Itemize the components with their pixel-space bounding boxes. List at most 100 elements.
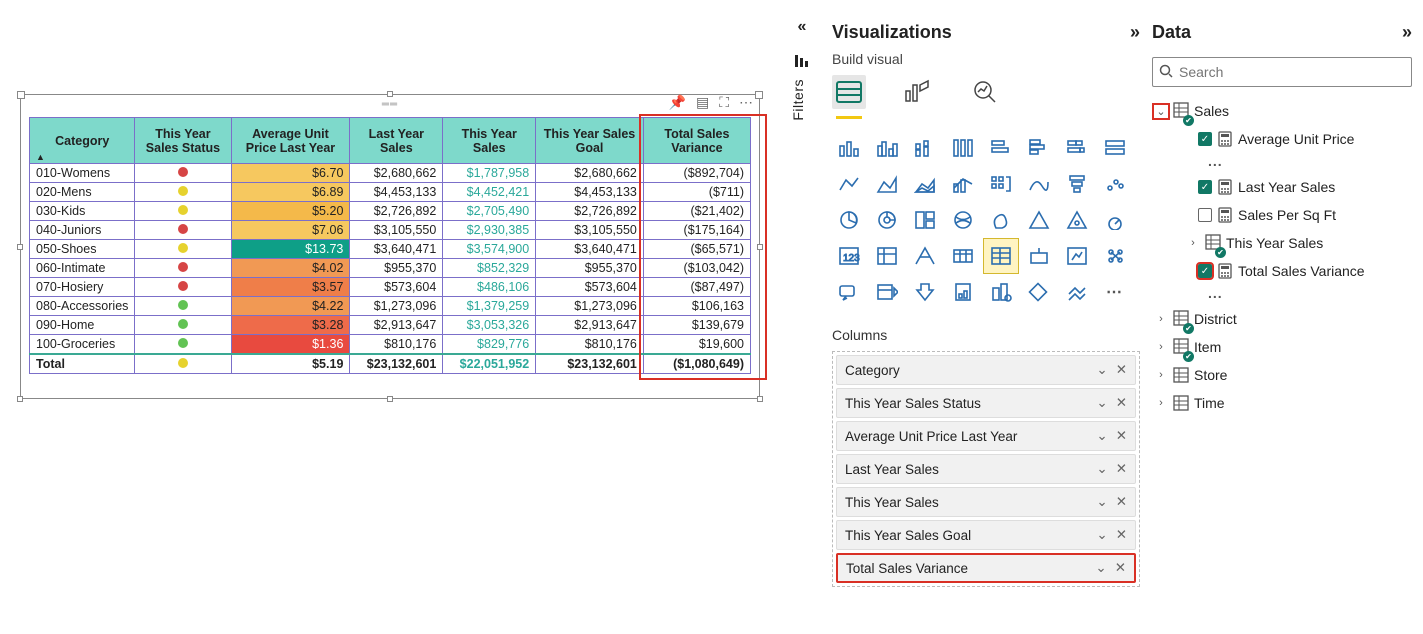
viz-type-icon[interactable] bbox=[984, 167, 1018, 201]
viz-type-icon[interactable] bbox=[946, 275, 980, 309]
expand-filters-icon[interactable]: « bbox=[790, 18, 814, 36]
field-pill[interactable]: Last Year Sales⌄✕ bbox=[836, 454, 1136, 484]
viz-type-icon[interactable] bbox=[1022, 239, 1056, 273]
more-fields-icon[interactable]: ... bbox=[1152, 153, 1412, 173]
table-row[interactable]: 050-Shoes$13.73$3,640,471$3,574,900$3,64… bbox=[30, 240, 751, 259]
checkbox[interactable]: ✓ bbox=[1198, 180, 1212, 194]
checkbox[interactable] bbox=[1198, 208, 1212, 222]
add-fields-tab[interactable] bbox=[832, 75, 866, 109]
chevron-down-icon[interactable]: ⌄ bbox=[1096, 494, 1107, 510]
col-header[interactable]: Average Unit Price Last Year bbox=[231, 118, 350, 164]
viz-type-icon[interactable] bbox=[1098, 203, 1132, 237]
viz-type-icon[interactable] bbox=[908, 275, 942, 309]
viz-type-icon[interactable] bbox=[1022, 203, 1056, 237]
col-header[interactable]: This Year Sales bbox=[443, 118, 536, 164]
viz-type-icon[interactable] bbox=[984, 275, 1018, 309]
remove-field-icon[interactable]: ✕ bbox=[1115, 560, 1126, 576]
chevron-right-icon[interactable]: › bbox=[1186, 237, 1200, 249]
viz-type-icon[interactable] bbox=[832, 275, 866, 309]
chevron-right-icon[interactable]: › bbox=[1154, 397, 1168, 409]
search-input[interactable] bbox=[1179, 64, 1405, 80]
viz-type-icon[interactable] bbox=[870, 239, 904, 273]
viz-type-icon[interactable] bbox=[870, 167, 904, 201]
tree-table[interactable]: ›Time bbox=[1152, 389, 1412, 417]
viz-type-icon[interactable] bbox=[946, 131, 980, 165]
table-row[interactable]: 040-Juniors$7.06$3,105,550$2,930,385$3,1… bbox=[30, 221, 751, 240]
remove-field-icon[interactable]: ✕ bbox=[1116, 362, 1127, 378]
viz-type-icon[interactable] bbox=[946, 167, 980, 201]
viz-type-icon[interactable] bbox=[984, 203, 1018, 237]
viz-type-icon[interactable] bbox=[908, 203, 942, 237]
viz-type-icon[interactable] bbox=[946, 203, 980, 237]
more-visuals-icon[interactable]: ⋯ bbox=[1098, 275, 1132, 309]
viz-type-icon[interactable] bbox=[1060, 275, 1094, 309]
table-row[interactable]: 010-Womens$6.70$2,680,662$1,787,958$2,68… bbox=[30, 164, 751, 183]
remove-field-icon[interactable]: ✕ bbox=[1116, 494, 1127, 510]
more-fields-icon[interactable]: ... bbox=[1152, 285, 1412, 305]
viz-type-icon[interactable] bbox=[1060, 167, 1094, 201]
chevron-down-icon[interactable]: ⌄ bbox=[1154, 105, 1168, 118]
field-pill[interactable]: Total Sales Variance⌄✕ bbox=[836, 553, 1136, 583]
tree-table[interactable]: ›Item bbox=[1152, 333, 1412, 361]
col-header[interactable]: This Year Sales Status bbox=[135, 118, 231, 164]
table-row[interactable]: 060-Intimate$4.02$955,370$852,329$955,37… bbox=[30, 259, 751, 278]
viz-type-icon[interactable] bbox=[1022, 131, 1056, 165]
drag-handle-icon[interactable]: ══ bbox=[382, 99, 398, 110]
viz-type-icon[interactable]: 123 bbox=[832, 239, 866, 273]
chevron-right-icon[interactable]: › bbox=[1154, 369, 1168, 381]
viz-type-icon[interactable] bbox=[1098, 167, 1132, 201]
col-header[interactable]: Total Sales Variance bbox=[643, 118, 750, 164]
chevron-right-icon[interactable]: › bbox=[1154, 341, 1168, 353]
chevron-down-icon[interactable]: ⌄ bbox=[1096, 428, 1107, 444]
viz-type-icon[interactable] bbox=[832, 131, 866, 165]
viz-type-icon[interactable] bbox=[870, 203, 904, 237]
filters-icon[interactable] bbox=[790, 54, 814, 71]
viz-type-icon[interactable] bbox=[1022, 167, 1056, 201]
analytics-tab[interactable] bbox=[968, 75, 1002, 109]
viz-type-icon[interactable] bbox=[1060, 239, 1094, 273]
viz-type-icon[interactable] bbox=[1060, 131, 1094, 165]
field-pill[interactable]: Category⌄✕ bbox=[836, 355, 1136, 385]
tree-field[interactable]: ›This Year Sales bbox=[1152, 229, 1412, 257]
chevron-down-icon[interactable]: ⌄ bbox=[1095, 560, 1106, 576]
checkbox[interactable]: ✓ bbox=[1198, 132, 1212, 146]
field-pill[interactable]: Average Unit Price Last Year⌄✕ bbox=[836, 421, 1136, 451]
focus-icon[interactable]: ⛶ bbox=[719, 94, 729, 111]
remove-field-icon[interactable]: ✕ bbox=[1116, 395, 1127, 411]
col-header[interactable]: Category▲ bbox=[30, 118, 135, 164]
field-pill[interactable]: This Year Sales Goal⌄✕ bbox=[836, 520, 1136, 550]
table-row[interactable]: 080-Accessories$4.22$1,273,096$1,379,259… bbox=[30, 297, 751, 316]
table-row[interactable]: 090-Home$3.28$2,913,647$3,053,326$2,913,… bbox=[30, 316, 751, 335]
viz-type-icon[interactable] bbox=[908, 131, 942, 165]
columns-field-well[interactable]: Category⌄✕This Year Sales Status⌄✕Averag… bbox=[832, 351, 1140, 587]
viz-type-icon[interactable] bbox=[832, 203, 866, 237]
chevron-down-icon[interactable]: ⌄ bbox=[1096, 395, 1107, 411]
chevron-down-icon[interactable]: ⌄ bbox=[1096, 527, 1107, 543]
col-header[interactable]: This Year Sales Goal bbox=[536, 118, 644, 164]
viz-type-icon[interactable] bbox=[908, 167, 942, 201]
viz-type-icon[interactable] bbox=[946, 239, 980, 273]
pin-icon[interactable]: 📌 bbox=[669, 94, 686, 111]
more-icon[interactable]: ⋯ bbox=[739, 94, 753, 111]
table-row[interactable]: 070-Hosiery$3.57$573,604$486,106$573,604… bbox=[30, 278, 751, 297]
table-row[interactable]: 100-Groceries$1.36$810,176$829,776$810,1… bbox=[30, 335, 751, 355]
checkbox[interactable]: ✓ bbox=[1198, 264, 1212, 278]
collapse-data-icon[interactable]: » bbox=[1402, 22, 1412, 43]
tree-table-sales[interactable]: ⌄Sales bbox=[1152, 97, 1412, 125]
tree-field[interactable]: ✓Average Unit Price bbox=[1152, 125, 1412, 153]
search-box[interactable] bbox=[1152, 57, 1412, 87]
tree-field[interactable]: ✓Total Sales Variance bbox=[1152, 257, 1412, 285]
viz-type-icon[interactable] bbox=[1098, 239, 1132, 273]
viz-type-icon[interactable] bbox=[1060, 203, 1094, 237]
viz-type-icon[interactable] bbox=[984, 131, 1018, 165]
viz-type-icon[interactable] bbox=[984, 239, 1018, 273]
filters-label[interactable]: Filters bbox=[790, 79, 806, 121]
tree-table[interactable]: ›Store bbox=[1152, 361, 1412, 389]
format-visual-tab[interactable] bbox=[900, 75, 934, 109]
tree-field[interactable]: ✓Last Year Sales bbox=[1152, 173, 1412, 201]
chevron-down-icon[interactable]: ⌄ bbox=[1096, 362, 1107, 378]
field-pill[interactable]: This Year Sales Status⌄✕ bbox=[836, 388, 1136, 418]
chevron-down-icon[interactable]: ⌄ bbox=[1096, 461, 1107, 477]
viz-type-icon[interactable] bbox=[870, 131, 904, 165]
tree-field[interactable]: Sales Per Sq Ft bbox=[1152, 201, 1412, 229]
